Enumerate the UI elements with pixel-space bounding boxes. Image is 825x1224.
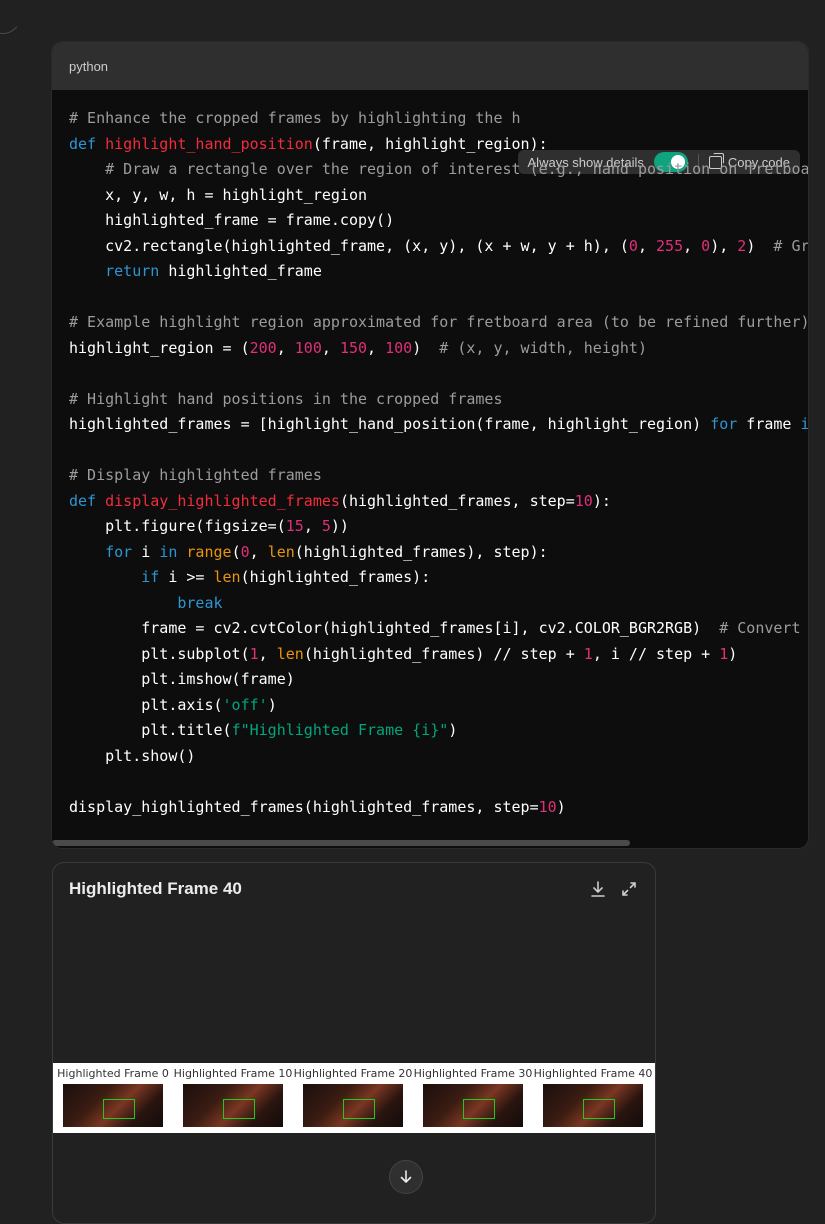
frame-image (303, 1084, 403, 1127)
scroll-down-button[interactable] (389, 1160, 423, 1194)
frame-image (183, 1084, 283, 1127)
frame-title: Highlighted Frame 40 (533, 1067, 653, 1080)
expand-icon[interactable] (621, 881, 637, 897)
highlight-rectangle (223, 1099, 255, 1119)
image-title: Highlighted Frame 40 (69, 879, 242, 898)
download-icon[interactable] (591, 881, 605, 897)
highlight-rectangle (583, 1099, 615, 1119)
highlight-rectangle (343, 1099, 375, 1119)
image-output-card: Highlighted Frame 40 Highlighted Frame 0… (52, 862, 656, 1224)
highlight-rectangle (103, 1099, 135, 1119)
frame-panel: Highlighted Frame 10 (173, 1063, 293, 1133)
frames-figure: Highlighted Frame 0 Highlighted Frame 10… (53, 1063, 655, 1133)
frame-title: Highlighted Frame 0 (57, 1067, 169, 1080)
frame-image (543, 1084, 643, 1127)
horizontal-scrollbar[interactable] (52, 840, 630, 846)
frame-image (423, 1084, 523, 1127)
frame-title: Highlighted Frame 10 (173, 1067, 293, 1080)
code-language-label: python (52, 42, 808, 90)
frame-image (63, 1084, 163, 1127)
code-content[interactable]: # Enhance the cropped frames by highligh… (69, 106, 808, 820)
frame-panel: Highlighted Frame 0 (53, 1063, 173, 1133)
frame-panel: Highlighted Frame 20 (293, 1063, 413, 1133)
frame-panel: Highlighted Frame 30 (413, 1063, 533, 1133)
frame-title: Highlighted Frame 30 (413, 1067, 533, 1080)
corner-decoration (0, 0, 24, 34)
frame-panel: Highlighted Frame 40 (533, 1063, 653, 1133)
frame-title: Highlighted Frame 20 (293, 1067, 413, 1080)
arrow-down-icon (400, 1170, 412, 1183)
highlight-rectangle (463, 1099, 495, 1119)
code-block: python Always show details Copy code # E… (52, 42, 808, 848)
